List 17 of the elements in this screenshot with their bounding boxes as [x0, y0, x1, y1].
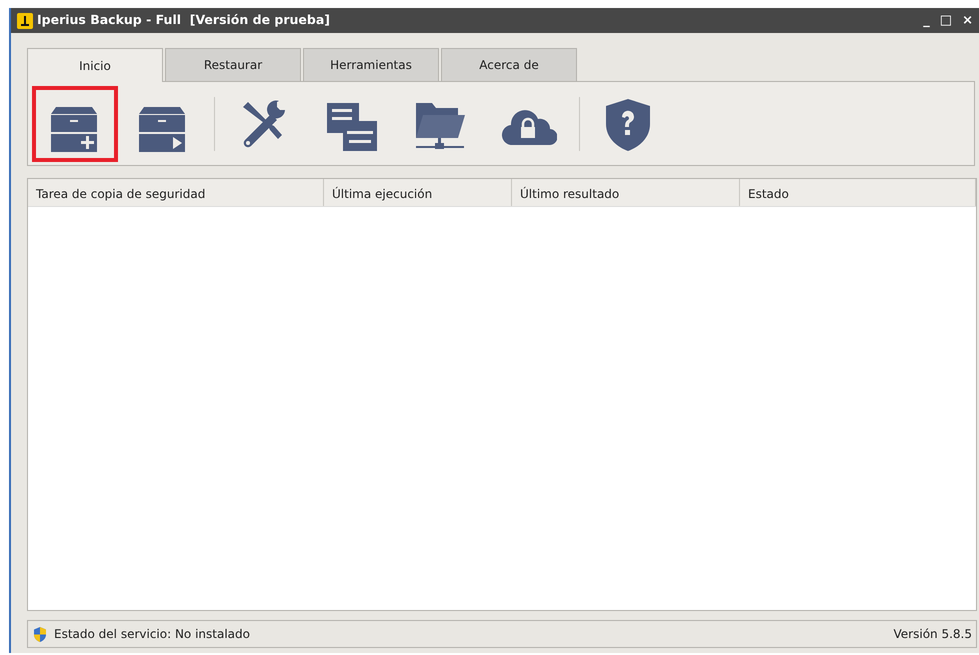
service-status: Estado del servicio: No instalado	[54, 626, 250, 643]
tab[interactable]: Acerca de	[441, 48, 577, 81]
close-button[interactable]: ×	[962, 14, 973, 27]
column-header[interactable]: Último resultado	[512, 179, 740, 206]
tab[interactable]: Restaurar	[165, 48, 301, 81]
version-label: Versión 5.8.5	[894, 626, 972, 643]
tab[interactable]: Inicio	[27, 48, 163, 82]
column-header[interactable]: Tarea de copia de seguridad	[28, 179, 324, 206]
column-header[interactable]: Última ejecución	[324, 179, 512, 206]
app-logo-icon	[17, 12, 33, 28]
shield-icon	[32, 626, 48, 642]
window-title: Iperius Backup - Full [Versión de prueba]	[37, 11, 330, 30]
maximize-button[interactable]: □	[940, 14, 952, 27]
column-header[interactable]: Estado	[740, 179, 976, 206]
new-backup-button[interactable]	[32, 86, 118, 162]
minimize-button[interactable]: _	[923, 14, 930, 27]
tab[interactable]: Herramientas	[303, 48, 439, 81]
